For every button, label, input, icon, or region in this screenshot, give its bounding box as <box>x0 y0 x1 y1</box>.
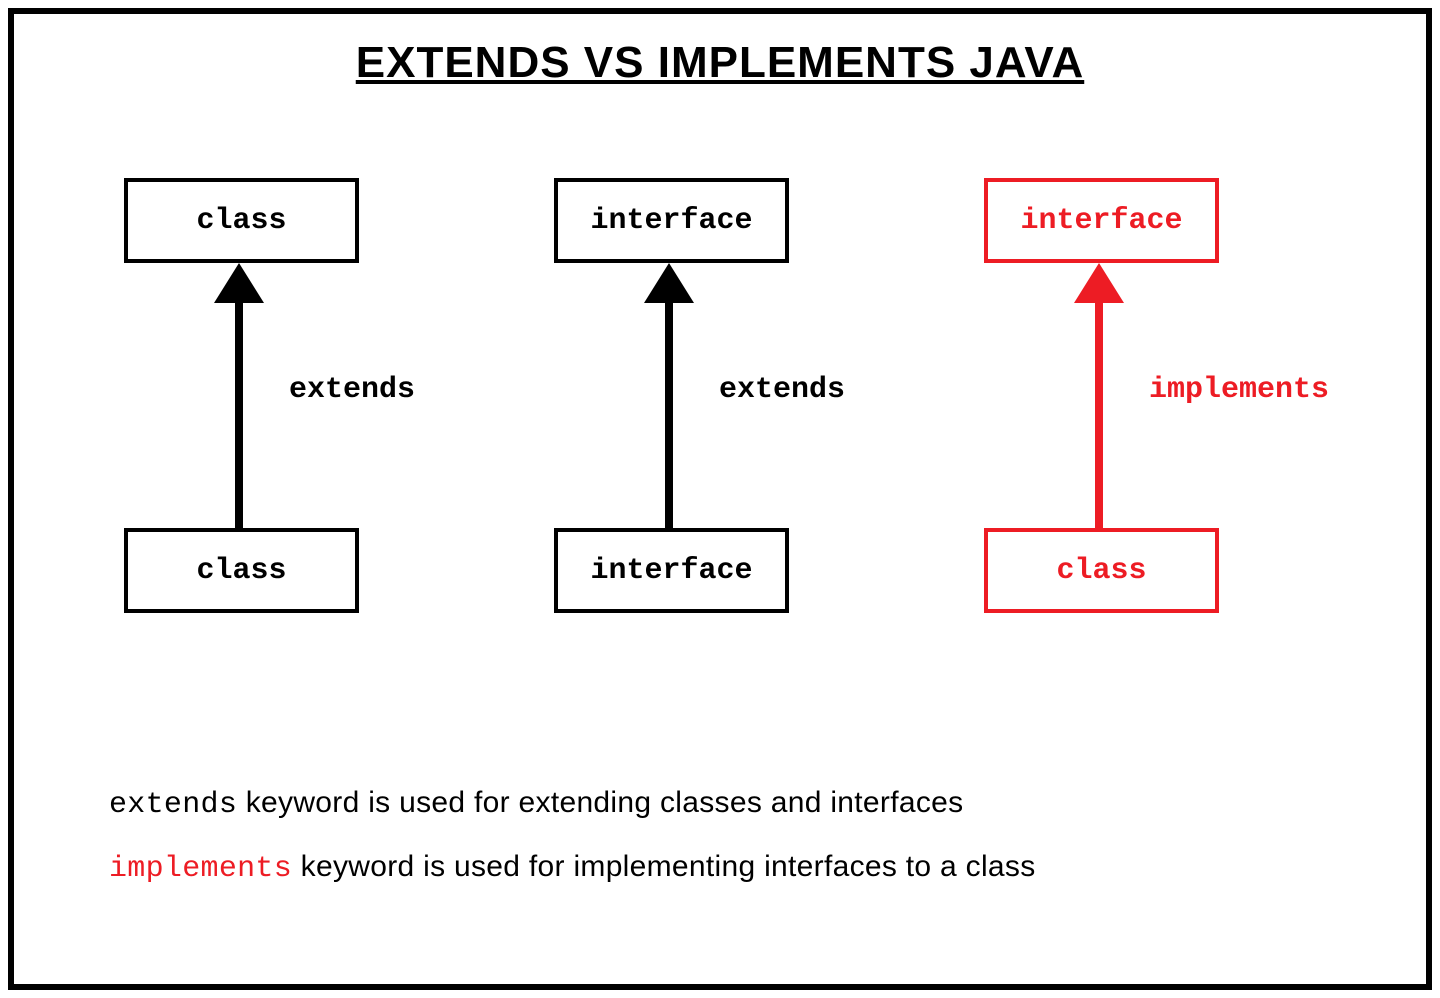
box-bottom-interface: interface <box>554 528 789 613</box>
column-class-implements-interface: interface implements class <box>954 178 1334 698</box>
diagram-area: class extends class interface extends in… <box>14 178 1426 698</box>
box-bottom-class: class <box>124 528 359 613</box>
box-top-interface-red: interface <box>984 178 1219 263</box>
relation-label-extends: extends <box>719 373 845 407</box>
box-bottom-class-red: class <box>984 528 1219 613</box>
column-class-extends-class: class extends class <box>94 178 474 698</box>
relation-label-extends: extends <box>289 373 415 407</box>
arrow-up-icon <box>1064 258 1134 533</box>
footer-description: extends keyword is used for extending cl… <box>109 786 1366 914</box>
relation-label-implements: implements <box>1149 373 1329 407</box>
keyword-extends: extends <box>109 788 237 822</box>
footer-line2-rest: keyword is used for implementing interfa… <box>292 850 1036 883</box>
arrow-up-icon <box>634 258 704 533</box>
footer-line-extends: extends keyword is used for extending cl… <box>109 786 1366 822</box>
keyword-implements: implements <box>109 852 292 886</box>
footer-line-implements: implements keyword is used for implement… <box>109 850 1366 886</box>
page-title: EXTENDS VS IMPLEMENTS JAVA <box>14 38 1426 88</box>
footer-line1-rest: keyword is used for extending classes an… <box>237 786 963 819</box>
arrow-up-icon <box>204 258 274 533</box>
diagram-frame: EXTENDS VS IMPLEMENTS JAVA class extends… <box>8 8 1432 990</box>
box-top-class: class <box>124 178 359 263</box>
box-top-interface: interface <box>554 178 789 263</box>
column-interface-extends-interface: interface extends interface <box>524 178 904 698</box>
